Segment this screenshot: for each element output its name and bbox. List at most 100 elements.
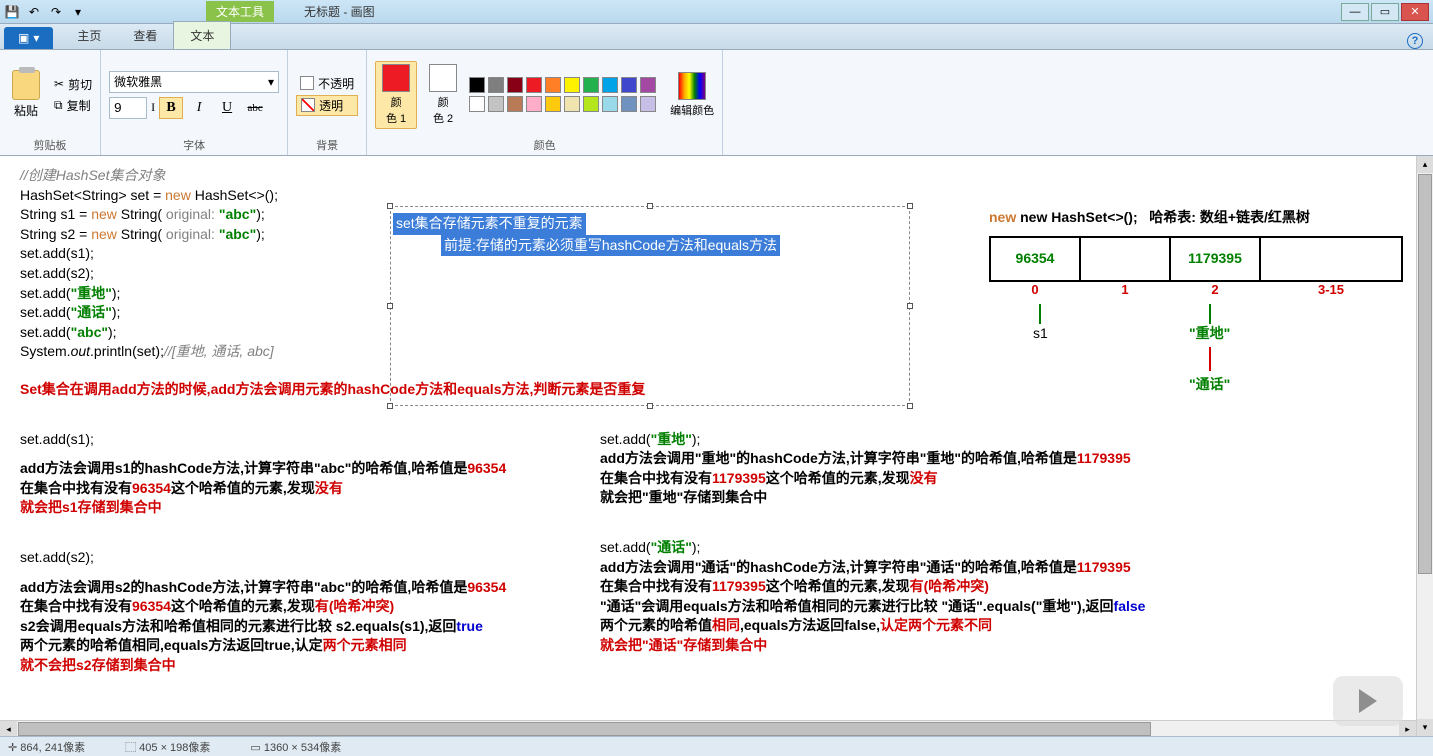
bold-button[interactable]: B (159, 97, 183, 119)
font-group-label: 字体 (109, 135, 279, 153)
color-swatch[interactable] (602, 96, 618, 112)
color-swatch[interactable] (545, 77, 561, 93)
scroll-right-button[interactable]: ▸ (1399, 721, 1416, 737)
color-swatch[interactable] (640, 77, 656, 93)
code-line: set.add(s2); (20, 548, 560, 568)
opaque-button[interactable]: 不透明 (296, 74, 358, 93)
close-button[interactable]: ✕ (1401, 3, 1429, 21)
color-swatch[interactable] (526, 77, 542, 93)
scroll-down-button[interactable]: ▾ (1417, 719, 1433, 736)
file-menu-button[interactable]: ▣▾ (4, 27, 53, 49)
hash-link (1209, 304, 1211, 324)
cut-button[interactable]: ✂剪切 (54, 76, 92, 93)
highlighted-text: set集合存储元素不重复的元素 (393, 213, 586, 235)
underline-button[interactable]: U (215, 97, 239, 119)
colors-group-label: 颜色 (375, 135, 714, 153)
edit-colors-icon (678, 72, 706, 100)
resize-handle[interactable] (387, 403, 393, 409)
copy-icon: ⧉ (54, 98, 63, 113)
color-swatch[interactable] (583, 96, 599, 112)
note-line: 就会把"重地"存储到集合中 (600, 489, 767, 505)
color-swatch[interactable] (640, 96, 656, 112)
color2-swatch (429, 64, 457, 92)
font-size-input[interactable] (109, 97, 147, 119)
resize-handle[interactable] (907, 303, 913, 309)
hash-new: new HashSet<>(); (1020, 209, 1137, 225)
color-swatch[interactable] (488, 96, 504, 112)
color-swatch[interactable] (621, 96, 637, 112)
canvas-area[interactable]: //创建HashSet集合对象 HashSet<String> set = ne… (0, 156, 1433, 737)
hash-value: 1179395 (1188, 249, 1242, 269)
note-line: 就会把s1存储到集合中 (20, 498, 560, 518)
color-swatch[interactable] (488, 77, 504, 93)
code-line: //创建HashSet集合对象 (20, 167, 165, 183)
resize-handle[interactable] (647, 203, 653, 209)
scroll-thumb[interactable] (1418, 174, 1432, 574)
text-selection-box[interactable]: set集合存储元素不重复的元素 前提:存储的元素必须重写hashCode方法和e… (390, 206, 910, 406)
horizontal-scrollbar[interactable]: ◂ ▸ (0, 720, 1416, 737)
ribbon-group-colors: 颜 色 1 颜 色 2 编辑颜色 颜色 (367, 50, 723, 155)
transparent-button[interactable]: 透明 (296, 95, 358, 116)
redo-icon[interactable]: ↷ (48, 4, 64, 20)
clipboard-group-label: 剪贴板 (8, 135, 92, 153)
hash-desc: 哈希表: 数组+链表/红黑树 (1149, 209, 1310, 225)
hash-index: 2 (1211, 281, 1218, 299)
qat-dropdown-icon[interactable]: ▾ (70, 4, 86, 20)
resize-handle[interactable] (387, 303, 393, 309)
transparent-label: 透明 (319, 97, 343, 114)
code-line: set.add(s1); (20, 430, 560, 450)
note-line: 就会把"通话"存储到集合中 (600, 636, 1413, 656)
color-swatch[interactable] (469, 77, 485, 93)
opaque-label: 不透明 (318, 75, 354, 92)
color-swatch[interactable] (507, 77, 523, 93)
paste-button[interactable]: 粘贴 (8, 68, 44, 121)
transparent-icon (301, 98, 315, 112)
tab-view[interactable]: 查看 (117, 22, 173, 49)
resize-handle[interactable] (647, 403, 653, 409)
undo-icon[interactable]: ↶ (26, 4, 42, 20)
save-icon[interactable]: 💾 (4, 4, 20, 20)
video-play-button[interactable] (1333, 676, 1403, 726)
tab-home[interactable]: 主页 (61, 22, 117, 49)
maximize-button[interactable]: ▭ (1371, 3, 1399, 21)
edit-colors-button[interactable]: 编辑颜色 (670, 72, 714, 118)
font-family-select[interactable]: 微软雅黑▾ (109, 71, 279, 93)
color-swatch[interactable] (564, 96, 580, 112)
strikethrough-button[interactable]: abc (243, 97, 267, 119)
scroll-up-button[interactable]: ▴ (1417, 156, 1433, 173)
color1-button[interactable]: 颜 色 1 (375, 61, 417, 129)
scroll-left-button[interactable]: ◂ (0, 721, 17, 737)
hash-index: 3-15 (1318, 281, 1344, 299)
scroll-thumb[interactable] (18, 722, 1151, 736)
opaque-icon (300, 76, 314, 90)
paste-label: 粘贴 (14, 102, 38, 119)
color-swatch[interactable] (526, 96, 542, 112)
resize-handle[interactable] (907, 203, 913, 209)
hash-node: "通话" (1189, 375, 1230, 395)
hash-link (1039, 304, 1041, 324)
statusbar: ✛ 864, 241像素 ⬚ 405 × 198像素 ▭ 1360 × 534像… (0, 736, 1433, 756)
resize-handle[interactable] (387, 203, 393, 209)
vertical-scrollbar[interactable]: ▴ ▾ (1416, 156, 1433, 736)
help-icon[interactable]: ? (1407, 33, 1423, 49)
font-family-value: 微软雅黑 (114, 73, 162, 90)
color-swatch[interactable] (583, 77, 599, 93)
italic-button[interactable]: I (187, 97, 211, 119)
copy-label: 复制 (67, 97, 91, 114)
color-swatch[interactable] (602, 77, 618, 93)
color-swatch[interactable] (507, 96, 523, 112)
color1-swatch (382, 64, 410, 92)
color-swatch[interactable] (621, 77, 637, 93)
color-swatch[interactable] (545, 96, 561, 112)
hash-link (1209, 347, 1211, 371)
color2-button[interactable]: 颜 色 2 (423, 62, 463, 128)
color-swatch[interactable] (564, 77, 580, 93)
minimize-button[interactable]: — (1341, 3, 1369, 21)
color-swatch[interactable] (469, 96, 485, 112)
copy-button[interactable]: ⧉ 复制 (54, 97, 92, 114)
resize-handle[interactable] (907, 403, 913, 409)
file-icon: ▣ (18, 31, 29, 45)
canvas-size: ▭ 1360 × 534像素 (250, 739, 341, 755)
hash-array: 963540 1 11793952 3-15 (989, 236, 1403, 282)
tab-text[interactable]: 文本 (173, 21, 231, 49)
